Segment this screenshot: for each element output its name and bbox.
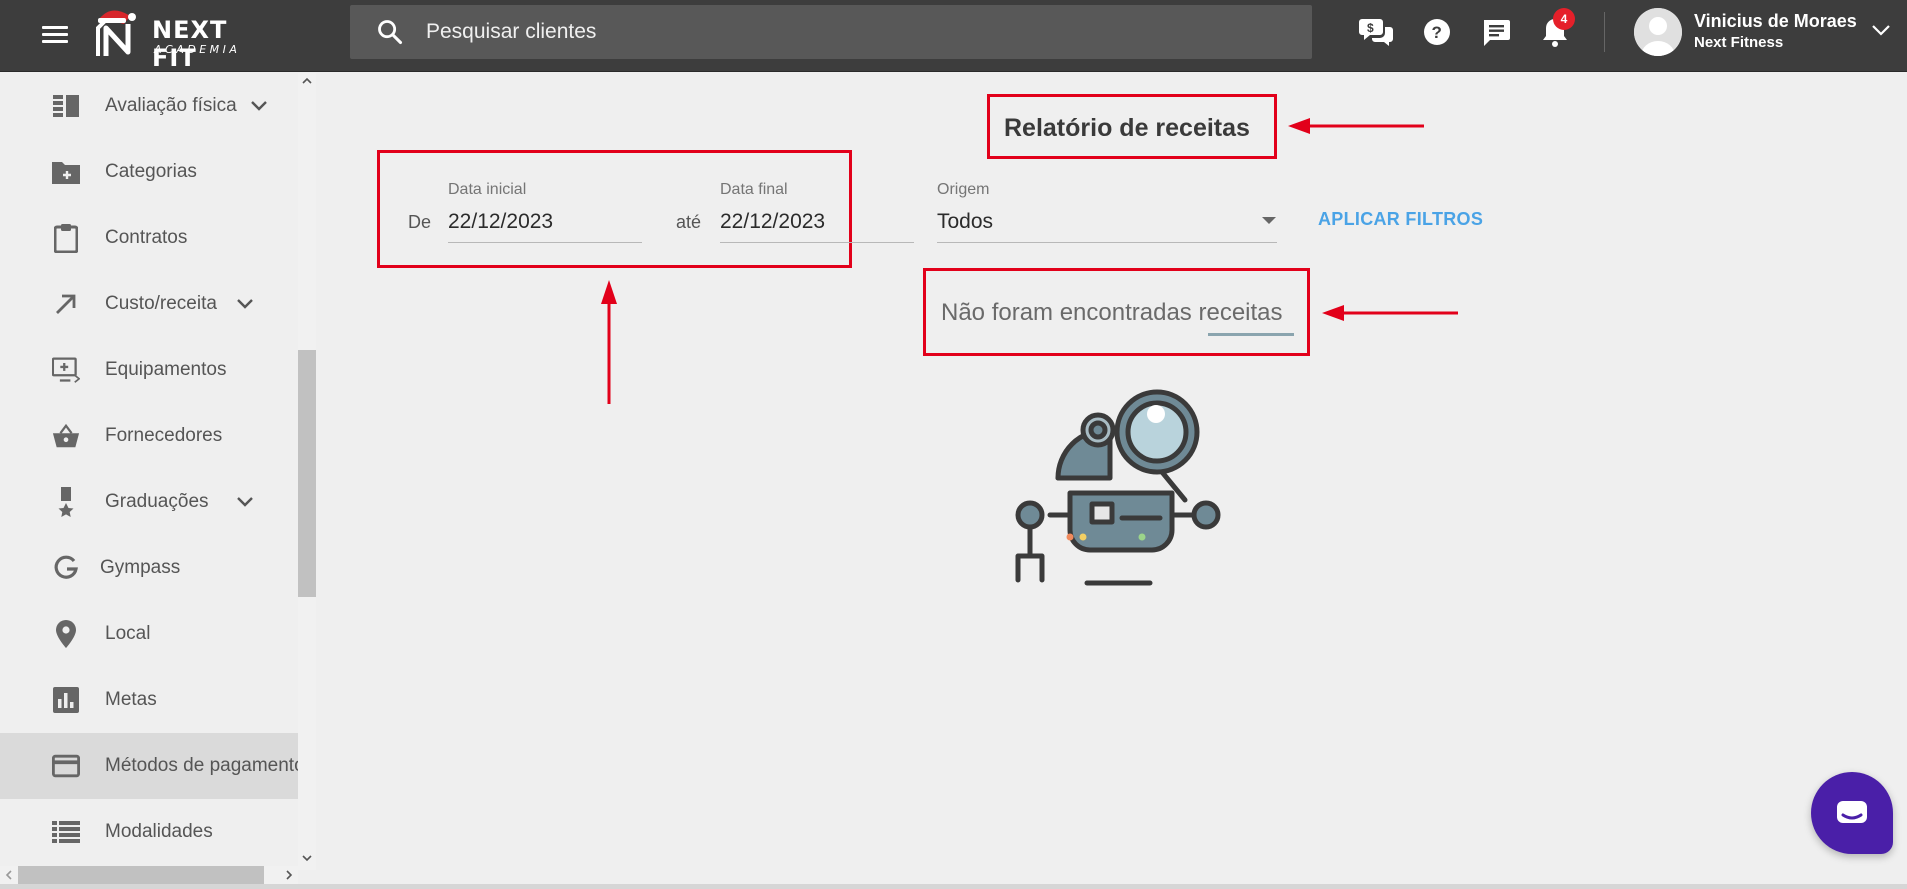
annotation-arrow-left-icon: [1288, 118, 1424, 134]
location-pin-icon: [52, 620, 80, 648]
start-date-label: Data inicial: [448, 181, 527, 198]
sidebar-item-label: Avaliação física: [105, 95, 237, 116]
start-date-underline: [448, 242, 642, 243]
clipboard-icon: [52, 224, 80, 253]
sidebar-item-label: Metas: [105, 689, 157, 710]
logo-subtitle: ACADEMIA: [154, 43, 241, 56]
svg-text:?: ?: [1432, 23, 1442, 42]
sidebar-item-label: Modalidades: [105, 821, 213, 842]
annotation-box-dates: [377, 150, 852, 268]
sidebar-scrollbar-thumb[interactable]: [298, 350, 316, 597]
notification-badge: 4: [1553, 8, 1575, 30]
sidebar-item-fornecedores[interactable]: Fornecedores: [0, 403, 298, 469]
sidebar-item-contratos[interactable]: Contratos: [0, 205, 298, 271]
end-date-field[interactable]: 22/12/2023: [720, 210, 825, 234]
avatar[interactable]: [1634, 8, 1682, 56]
sidebar: Avaliação física Categorias Contratos Cu…: [0, 73, 298, 889]
sidebar-item-label: Categorias: [105, 161, 197, 182]
sidebar-item-graduacoes[interactable]: Graduações: [0, 469, 298, 535]
start-date-field[interactable]: 22/12/2023: [448, 210, 553, 234]
sidebar-item-modalidades[interactable]: Modalidades: [0, 799, 298, 865]
sidebar-horizontal-scrollbar-thumb[interactable]: [18, 866, 264, 884]
finance-chat-icon[interactable]: $: [1357, 12, 1397, 52]
logo[interactable]: NEXT FIT ACADEMIA: [90, 6, 280, 72]
medal-icon: [52, 487, 80, 517]
chevron-down-icon[interactable]: [250, 100, 268, 112]
annotation-box-title: [987, 94, 1277, 159]
top-bar: NEXT FIT ACADEMIA $ ?: [0, 0, 1907, 72]
window-bottom-border: [0, 884, 1907, 889]
empty-state-message: Não foram encontradas receitas: [941, 299, 1283, 326]
sidebar-item-label: Custo/receita: [105, 293, 217, 314]
origin-label: Origem: [937, 181, 990, 198]
chevron-down-icon[interactable]: [236, 496, 254, 508]
sidebar-item-categorias[interactable]: Categorias: [0, 139, 298, 205]
chevron-down-icon[interactable]: [1870, 22, 1892, 38]
sidebar-item-label: Gympass: [100, 557, 181, 578]
scroll-right-icon[interactable]: [284, 869, 294, 881]
end-date-label: Data final: [720, 181, 788, 198]
sidebar-item-label: Métodos de pagamento: [105, 755, 298, 776]
origin-select[interactable]: Todos: [937, 210, 993, 234]
annotation-arrow-left-icon: [1322, 305, 1458, 321]
basket-icon: [52, 422, 80, 450]
sidebar-item-custo-receita[interactable]: Custo/receita: [0, 271, 298, 337]
list-icon: [52, 818, 80, 846]
scroll-up-icon[interactable]: [301, 76, 313, 86]
chat-button[interactable]: [1811, 772, 1893, 854]
empty-state-underline: [1208, 333, 1294, 336]
scroll-left-icon[interactable]: [4, 869, 14, 881]
user-name[interactable]: Vinicius de Moraes: [1694, 11, 1857, 32]
chevron-down-icon[interactable]: [236, 298, 254, 310]
message-icon[interactable]: [1476, 12, 1516, 52]
sidebar-item-label: Contratos: [105, 227, 188, 248]
search-input[interactable]: [426, 5, 1296, 59]
arrow-up-right-icon: [52, 290, 80, 318]
divider: [1604, 12, 1605, 52]
bell-icon[interactable]: 4: [1535, 8, 1575, 52]
end-date-underline: [720, 242, 914, 243]
sidebar-item-label: Graduações: [105, 491, 209, 512]
from-label: De: [408, 212, 432, 232]
menu-icon[interactable]: [40, 22, 70, 48]
search-icon: [378, 20, 403, 45]
sidebar-item-label: Local: [105, 623, 151, 644]
sidebar-item-equipamentos[interactable]: Equipamentos: [0, 337, 298, 403]
search-bar: [350, 5, 1312, 59]
origin-underline: [937, 242, 1277, 243]
robot-illustration: [1015, 389, 1221, 586]
folder-plus-icon: [52, 158, 80, 186]
annotation-arrow-up-icon: [601, 280, 617, 404]
sidebar-item-gympass[interactable]: Gympass: [0, 535, 298, 601]
evaluation-icon: [52, 92, 80, 120]
svg-text:$: $: [1367, 21, 1374, 35]
g-icon: [52, 554, 80, 582]
help-icon[interactable]: ?: [1417, 12, 1457, 52]
sidebar-item-label: Fornecedores: [105, 425, 223, 446]
sidebar-item-metodos-de-pagamento[interactable]: Métodos de pagamento: [0, 733, 298, 799]
sidebar-item-local[interactable]: Local: [0, 601, 298, 667]
sidebar-item-avaliacao-fisica[interactable]: Avaliação física: [0, 73, 298, 139]
logo-mark: [96, 10, 136, 56]
chat-icon: [1837, 801, 1867, 823]
sidebar-item-label: Equipamentos: [105, 359, 227, 380]
monitor-plus-icon: [52, 356, 80, 384]
bar-chart-icon: [52, 686, 80, 714]
scroll-down-icon[interactable]: [301, 853, 313, 863]
credit-card-icon: [52, 752, 80, 780]
sidebar-item-metas[interactable]: Metas: [0, 667, 298, 733]
dropdown-arrow-icon[interactable]: [1262, 217, 1276, 225]
until-label: até: [676, 212, 702, 232]
user-org[interactable]: Next Fitness: [1694, 34, 1783, 51]
apply-filters-button[interactable]: APLICAR FILTROS: [1318, 209, 1483, 230]
